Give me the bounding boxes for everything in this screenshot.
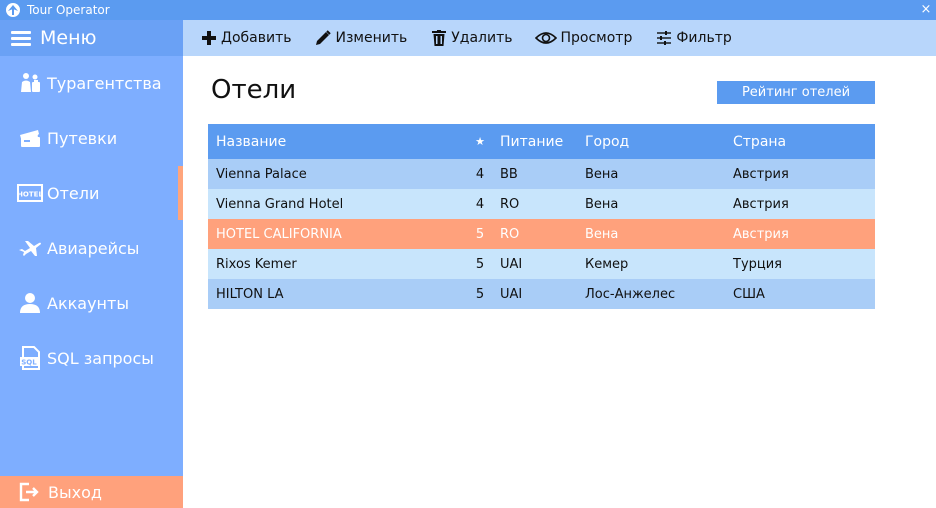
plus-icon — [200, 29, 218, 47]
menu-toggle-button[interactable]: Меню — [0, 20, 183, 56]
sidebar-item-label: Отели — [47, 183, 100, 203]
cell-stars: 5 — [475, 256, 485, 272]
cell-food: RO — [500, 226, 520, 242]
table-row[interactable]: Rixos Kemer 5 UAI Кемер Турция — [208, 249, 875, 279]
table-row[interactable]: HILTON LA 5 UAI Лос-Анжелес США — [208, 279, 875, 309]
trash-icon — [430, 29, 448, 47]
cell-stars: 4 — [475, 166, 485, 182]
sidebar-item-accounts[interactable]: Аккаунты — [0, 276, 183, 330]
cell-name: HILTON LA — [216, 286, 284, 302]
exit-button[interactable]: Выход — [0, 476, 183, 508]
airplane-icon — [17, 236, 43, 260]
sliders-icon — [655, 29, 673, 47]
toolbar: Добавить Изменить Удалить Просмотр Фильт… — [183, 20, 936, 56]
table-header: Название ★ Питание Город Страна — [208, 124, 875, 159]
app-window: Tour Operator × Меню Турагентства Путевк… — [0, 0, 936, 508]
sidebar-item-tickets[interactable]: Путевки — [0, 111, 183, 165]
sidebar-item-sql[interactable]: SQL SQL запросы — [0, 331, 183, 385]
table-row[interactable]: Vienna Grand Hotel 4 RO Вена Австрия — [208, 189, 875, 219]
view-button[interactable]: Просмотр — [535, 29, 632, 47]
cell-city: Вена — [585, 196, 619, 212]
sidebar-item-label: Турагентства — [47, 73, 162, 93]
view-label: Просмотр — [560, 30, 633, 46]
close-button[interactable]: × — [916, 0, 936, 20]
cell-name: Vienna Palace — [216, 166, 307, 182]
edit-button[interactable]: Изменить — [314, 29, 407, 47]
hotel-icon: HOTEL — [17, 181, 43, 205]
cell-stars: 5 — [475, 286, 485, 302]
sidebar: Меню Турагентства Путевки HOTEL Отели Ав… — [0, 20, 183, 508]
table-row[interactable]: Vienna Palace 4 BB Вена Австрия — [208, 159, 875, 189]
hotel-rating-button[interactable]: Рейтинг отелей — [717, 81, 875, 104]
cell-food: RO — [500, 196, 520, 212]
cell-country: Австрия — [733, 166, 789, 182]
svg-text:HOTEL: HOTEL — [17, 191, 43, 199]
cell-name: Rixos Kemer — [216, 256, 297, 272]
column-header-city[interactable]: Город — [585, 134, 733, 150]
table-row-selected[interactable]: HOTEL CALIFORNIA 5 RO Вена Австрия — [208, 219, 875, 249]
logout-icon — [19, 481, 43, 503]
cell-country: США — [733, 286, 765, 302]
hotels-table: Название ★ Питание Город Страна Vienna P… — [208, 124, 875, 309]
cell-name: HOTEL CALIFORNIA — [216, 226, 342, 242]
cell-stars: 5 — [475, 226, 485, 242]
app-logo-icon — [6, 3, 20, 17]
cell-city: Вена — [585, 226, 619, 242]
svg-text:SQL: SQL — [21, 359, 37, 367]
cell-city: Лос-Анжелес — [585, 286, 676, 302]
eye-icon — [535, 29, 558, 47]
add-button[interactable]: Добавить — [200, 29, 291, 47]
column-header-stars[interactable]: ★ — [460, 135, 500, 148]
cell-stars: 4 — [475, 196, 485, 212]
filter-button[interactable]: Фильтр — [655, 29, 732, 47]
delete-button[interactable]: Удалить — [430, 29, 512, 47]
title-bar: Tour Operator × — [0, 0, 936, 20]
edit-label: Изменить — [335, 30, 408, 46]
cell-country: Австрия — [733, 196, 789, 212]
tickets-icon — [17, 126, 43, 150]
sidebar-item-agencies[interactable]: Турагентства — [0, 56, 183, 110]
sidebar-item-label: Аккаунты — [47, 293, 129, 313]
hamburger-icon — [11, 28, 31, 49]
column-header-food[interactable]: Питание — [500, 134, 585, 150]
sidebar-item-label: Авиарейсы — [47, 238, 140, 258]
filter-label: Фильтр — [676, 30, 732, 46]
cell-food: UAI — [500, 256, 523, 272]
delete-label: Удалить — [451, 30, 513, 46]
agency-icon — [17, 71, 43, 95]
sidebar-item-label: SQL запросы — [47, 348, 154, 368]
cell-name: Vienna Grand Hotel — [216, 196, 344, 212]
column-header-country[interactable]: Страна — [733, 134, 875, 150]
cell-city: Вена — [585, 166, 619, 182]
sidebar-item-flights[interactable]: Авиарейсы — [0, 221, 183, 275]
window-title: Tour Operator — [27, 3, 110, 17]
cell-food: UAI — [500, 286, 523, 302]
pencil-icon — [314, 29, 332, 47]
sidebar-item-label: Путевки — [47, 128, 118, 148]
user-icon — [17, 291, 43, 315]
page-title: Отели — [211, 75, 297, 105]
cell-country: Австрия — [733, 226, 789, 242]
column-header-name[interactable]: Название — [208, 134, 460, 150]
cell-country: Турция — [733, 256, 783, 272]
cell-city: Кемер — [585, 256, 629, 272]
sidebar-item-hotels[interactable]: HOTEL Отели — [0, 166, 183, 220]
cell-food: BB — [500, 166, 518, 182]
exit-label: Выход — [48, 482, 102, 502]
sql-file-icon: SQL — [17, 346, 43, 370]
add-label: Добавить — [221, 30, 292, 46]
menu-label: Меню — [40, 27, 97, 49]
